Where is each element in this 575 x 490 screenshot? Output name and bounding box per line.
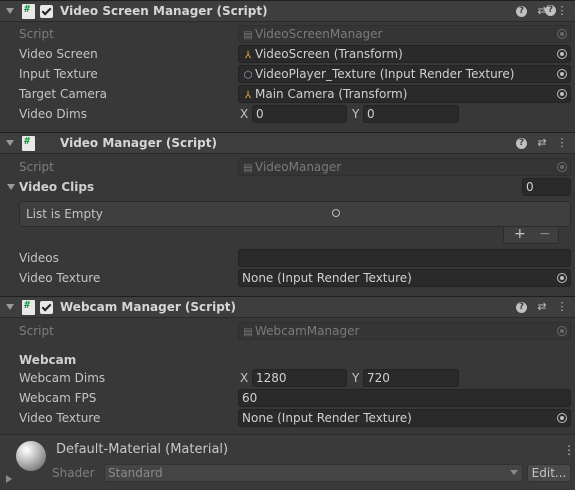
chevron-down-icon <box>510 470 518 475</box>
edit-shader-button[interactable]: Edit... <box>527 464 571 482</box>
list-footer-buttons: + − <box>503 226 559 244</box>
material-title: Default-Material (Material) <box>56 442 229 457</box>
foldout-arrow-icon[interactable] <box>6 8 14 14</box>
video-dims-x-input[interactable]: 0 <box>252 105 347 123</box>
script-value: VideoScreenManager <box>255 27 383 41</box>
x-axis-label: X <box>240 107 249 121</box>
object-picker-icon <box>557 162 567 172</box>
foldout-arrow-icon[interactable] <box>6 304 14 310</box>
target-camera-value: Main Camera (Transform) <box>255 87 408 101</box>
webcam-fps-label: Webcam FPS <box>19 391 97 405</box>
video-texture-value: None (Input Render Texture) <box>242 411 412 425</box>
video-manager-header[interactable]: Video Manager (Script) ? ⇄ ⋮ <box>0 132 575 154</box>
video-screen-field[interactable]: ⅄ VideoScreen (Transform) <box>238 45 571 63</box>
webcam-dims-y-input[interactable]: 720 <box>363 369 459 387</box>
script-field: ▤ WebcamManager <box>238 322 571 340</box>
script-icon <box>22 300 35 315</box>
material-preview-sphere-icon <box>16 441 46 471</box>
presets-icon[interactable]: ⇄ <box>535 300 549 314</box>
object-picker-icon <box>557 326 567 336</box>
script-label: Script <box>19 160 54 174</box>
script-value: VideoManager <box>255 160 342 174</box>
transform-icon: ⅄ <box>244 50 252 61</box>
object-picker-icon[interactable] <box>557 89 567 99</box>
input-texture-value: VideoPlayer_Texture (Input Render Textur… <box>255 67 515 81</box>
video-screen-value: VideoScreen (Transform) <box>255 47 403 61</box>
video-dims-label: Video Dims <box>19 107 87 121</box>
video-screen-manager-header[interactable]: Video Screen Manager (Script) ? ⇄ ⋮ <box>0 0 575 22</box>
video-clips-label[interactable]: Video Clips <box>19 180 94 194</box>
object-picker-icon[interactable] <box>557 69 567 79</box>
video-clips-list: List is Empty <box>19 201 571 227</box>
list-empty-text: List is Empty <box>26 207 103 221</box>
y-axis-label: Y <box>352 371 360 385</box>
presets-icon[interactable]: ⇄ <box>535 136 549 150</box>
help-icon[interactable]: ? <box>516 6 527 17</box>
help-icon[interactable]: ? <box>516 138 527 149</box>
webcam-dims-x-input[interactable]: 1280 <box>252 369 347 387</box>
target-camera-field[interactable]: ⅄ Main Camera (Transform) <box>238 85 571 103</box>
more-options-icon[interactable]: ⋮ <box>563 443 575 457</box>
list-foldout-arrow-icon[interactable] <box>7 184 15 190</box>
video-clips-size-input[interactable]: 0 <box>522 178 571 196</box>
more-options-icon[interactable]: ⋮ <box>555 4 569 18</box>
enabled-checkbox[interactable] <box>40 5 53 18</box>
x-axis-label: X <box>240 371 249 385</box>
target-camera-label: Target Camera <box>19 87 108 101</box>
more-options-icon[interactable]: ⋮ <box>555 300 569 314</box>
object-picker-icon[interactable] <box>557 273 567 283</box>
enabled-checkbox[interactable] <box>40 301 53 314</box>
webcam-fps-input[interactable]: 60 <box>238 389 571 407</box>
component-title: Video Manager (Script) <box>60 136 217 150</box>
more-options-icon[interactable]: ⋮ <box>555 136 569 150</box>
shader-label: Shader <box>52 466 95 480</box>
video-texture-field[interactable]: None (Input Render Texture) <box>238 409 571 427</box>
video-texture-label: Video Texture <box>19 411 101 425</box>
y-axis-label: Y <box>352 107 360 121</box>
script-label: Script <box>19 324 54 338</box>
script-file-icon: ▤ <box>243 163 253 174</box>
component-title: Webcam Manager (Script) <box>60 300 237 314</box>
webcam-dims-label: Webcam Dims <box>19 371 106 385</box>
script-icon <box>22 136 35 151</box>
video-screen-label: Video Screen <box>19 47 98 61</box>
transform-icon: ⅄ <box>244 90 252 101</box>
material-foldout-arrow-icon[interactable] <box>6 475 12 483</box>
shader-value: Standard <box>108 466 163 480</box>
script-field: ▤ VideoScreenManager <box>238 25 571 43</box>
component-title: Video Screen Manager (Script) <box>60 4 268 18</box>
foldout-arrow-icon[interactable] <box>6 140 14 146</box>
videos-field[interactable] <box>238 249 571 267</box>
shader-dropdown[interactable]: Standard <box>104 464 523 482</box>
videos-label: Videos <box>19 251 59 265</box>
script-file-icon: ▤ <box>243 30 253 41</box>
video-dims-y-input[interactable]: 0 <box>363 105 459 123</box>
webcam-manager-header[interactable]: Webcam Manager (Script) ? ⇄ ⋮ <box>0 296 575 318</box>
object-picker-icon <box>557 29 567 39</box>
remove-element-button[interactable]: − <box>539 226 551 242</box>
video-texture-label: Video Texture <box>19 271 101 285</box>
input-texture-label: Input Texture <box>19 67 98 81</box>
video-texture-value: None (Input Render Texture) <box>242 271 412 285</box>
drag-handle-icon <box>332 209 340 217</box>
object-picker-icon[interactable] <box>557 413 567 423</box>
script-field: ▤ VideoManager <box>238 158 571 176</box>
video-texture-field[interactable]: None (Input Render Texture) <box>238 269 571 287</box>
help-icon[interactable]: ? <box>545 5 556 16</box>
object-picker-icon[interactable] <box>557 49 567 59</box>
script-file-icon: ▤ <box>243 327 253 338</box>
help-icon[interactable]: ? <box>516 302 527 313</box>
webcam-section-header: Webcam <box>19 353 77 367</box>
add-element-button[interactable]: + <box>514 226 526 242</box>
script-value: WebcamManager <box>255 324 360 338</box>
input-texture-field[interactable]: ⬡ VideoPlayer_Texture (Input Render Textu… <box>238 65 571 83</box>
render-texture-icon: ⬡ <box>243 70 253 81</box>
script-icon <box>22 4 35 19</box>
script-label: Script <box>19 27 54 41</box>
